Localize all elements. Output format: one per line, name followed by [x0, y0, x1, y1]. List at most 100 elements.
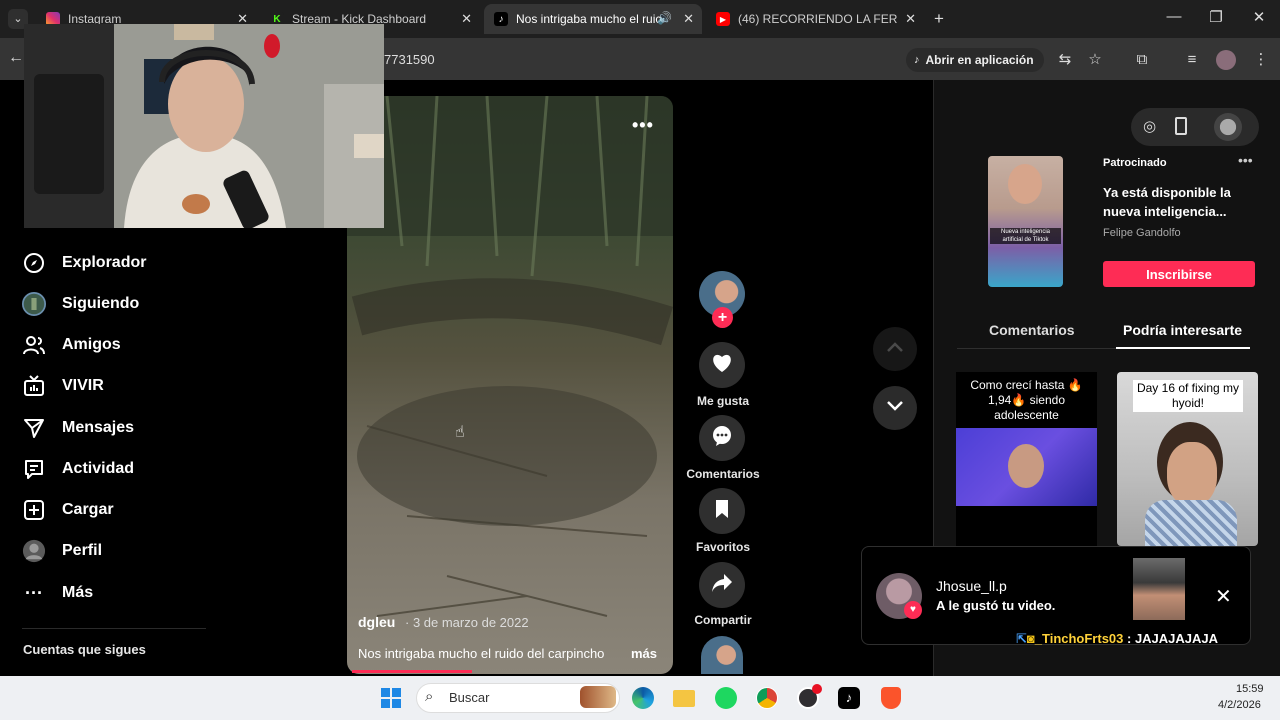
sidebar-item-explorador[interactable]: Explorador	[22, 248, 146, 278]
url-text[interactable]: 7731590	[384, 52, 435, 67]
stream-chat-message: ⇱◙_TinchoFrts03 : JAJAJAJAJA	[1016, 631, 1218, 647]
tab-youtube[interactable]: ▶ (46) RECORRIENDO LA FERIA M ✕	[706, 4, 924, 34]
taskbar-search-label: Buscar	[449, 690, 490, 705]
chevron-down-icon	[886, 399, 904, 417]
sidebar-item-label: Actividad	[62, 460, 135, 477]
sidebar-item-label: Explorador	[62, 254, 147, 271]
divider	[22, 628, 206, 629]
comment-icon	[711, 425, 733, 452]
windows-start-icon[interactable]	[377, 684, 405, 712]
notification-thumbnail	[1133, 558, 1185, 620]
clock-date[interactable]: 4/2/2026	[1218, 699, 1261, 711]
follow-plus-icon[interactable]: +	[712, 307, 733, 328]
explore-compass-icon[interactable]: ◎	[1143, 117, 1156, 135]
file-explorer-icon[interactable]	[670, 684, 698, 712]
sidebar-item-label: Perfil	[62, 542, 103, 559]
chat-message: : JAJAJAJAJA	[1123, 631, 1219, 646]
chrome-icon[interactable]	[753, 684, 781, 712]
previous-video-button[interactable]	[873, 327, 917, 371]
chevron-up-icon	[886, 340, 904, 358]
extensions-icon[interactable]: ⧉	[1131, 49, 1153, 71]
comments-button[interactable]	[699, 415, 745, 461]
sidebar-item-mas[interactable]: ··· Más	[22, 578, 93, 608]
heart-badge-icon: ♥	[904, 601, 922, 619]
close-icon[interactable]: ✕	[461, 11, 472, 27]
tiktok-app-icon[interactable]: ♪	[835, 684, 863, 712]
open-in-app-button[interactable]: ♪ Abrir en aplicación	[906, 48, 1044, 72]
profile-avatar-icon[interactable]	[1216, 50, 1236, 70]
restore-icon[interactable]: ❐	[1201, 8, 1231, 26]
sidebar-item-label: Más	[62, 584, 94, 601]
recommended-video-caption: Day 16 of fixing my hyoid!	[1133, 380, 1243, 412]
send-icon	[22, 416, 46, 440]
sidebar-item-vivir[interactable]: VIVIR	[22, 371, 104, 401]
video-date: · 3 de marzo de 2022	[405, 615, 529, 630]
webcam-feed	[24, 24, 384, 228]
minimize-icon[interactable]: —	[1159, 8, 1189, 25]
tab-podria-interesarte[interactable]: Podría interesarte	[1123, 322, 1242, 338]
video-options-icon[interactable]: •••	[632, 115, 654, 136]
translate-icon[interactable]: ⇆	[1054, 49, 1076, 71]
following-accounts-header: Cuentas que sigues	[23, 642, 146, 657]
music-disc-avatar[interactable]	[701, 636, 743, 674]
sidebar-item-mensajes[interactable]: Mensajes	[22, 413, 134, 443]
spotify-icon[interactable]	[712, 684, 740, 712]
live-tv-icon	[22, 374, 46, 398]
favorites-button[interactable]	[699, 488, 745, 534]
close-icon[interactable]: ✕	[1215, 584, 1232, 609]
speaker-icon[interactable]: 🔊	[657, 11, 672, 25]
star-bookmark-icon[interactable]: ☆	[1084, 49, 1106, 71]
video-player[interactable]	[347, 96, 673, 674]
new-tab-plus-icon[interactable]: +	[934, 9, 944, 29]
phone-icon[interactable]	[1175, 117, 1187, 135]
ad-thumbnail-caption: Nueva inteligencia artificial de Tiktok	[990, 228, 1061, 244]
ad-options-icon[interactable]: •••	[1238, 152, 1253, 168]
search-highlight-icon	[580, 686, 616, 708]
video-author[interactable]: dgleu	[358, 614, 395, 630]
notification-dot-icon	[812, 684, 822, 694]
close-icon[interactable]: ✕	[683, 11, 694, 27]
sidebar-item-actividad[interactable]: Actividad	[22, 454, 134, 484]
account-avatar[interactable]	[1214, 113, 1242, 141]
open-in-app-label: Abrir en aplicación	[925, 53, 1034, 67]
ad-author[interactable]: Felipe Gandolfo	[1103, 227, 1181, 239]
tab-tiktok-active[interactable]: ♪ Nos intrigaba mucho el ruic 🔊 ✕	[484, 4, 702, 34]
sidebar-item-amigos[interactable]: Amigos	[22, 330, 121, 360]
menu-kebab-icon[interactable]: ⋮	[1250, 49, 1272, 71]
sidebar-item-siguiendo[interactable]: Siguiendo	[22, 289, 139, 319]
cursor-icon: ☝	[455, 424, 465, 441]
compass-icon	[22, 251, 46, 275]
tab-comentarios[interactable]: Comentarios	[989, 322, 1075, 338]
video-progress-bar[interactable]	[352, 670, 472, 673]
next-video-button[interactable]	[873, 386, 917, 430]
clock-time[interactable]: 15:59	[1236, 683, 1264, 695]
media-control-icon[interactable]: ≡	[1181, 49, 1203, 71]
chat-badge-icon: ⇱	[1016, 631, 1027, 646]
sidebar-item-perfil[interactable]: Perfil	[22, 536, 102, 566]
ad-thumbnail[interactable]: Nueva inteligencia artificial de Tiktok	[988, 156, 1063, 287]
window-close-icon[interactable]: ✕	[1244, 8, 1274, 26]
video-more-link[interactable]: más	[631, 646, 657, 661]
active-tab-indicator	[1116, 347, 1250, 349]
favorites-label: Favoritos	[695, 540, 750, 554]
sidebar-item-label: Amigos	[62, 336, 121, 353]
webcam-overlay	[24, 24, 384, 228]
ad-title[interactable]: Ya está disponible la nueva inteligencia…	[1103, 183, 1243, 221]
edge-icon[interactable]	[629, 684, 657, 712]
recommended-video-card[interactable]: Como crecí hasta 🔥1,94🔥 siendo adolescen…	[956, 372, 1097, 546]
share-label: Compartir	[694, 613, 752, 627]
more-dots-icon: ···	[25, 582, 43, 603]
brave-icon[interactable]	[877, 684, 905, 712]
sidebar-item-cargar[interactable]: Cargar	[22, 495, 114, 525]
like-label: Me gusta	[696, 394, 749, 408]
youtube-icon: ▶	[716, 12, 730, 26]
share-button[interactable]	[699, 562, 745, 608]
back-arrow-icon[interactable]: ←	[8, 49, 24, 67]
ad-sponsored-label: Patrocinado	[1103, 157, 1167, 169]
recommended-video-card[interactable]: Day 16 of fixing my hyoid!	[1117, 372, 1258, 546]
like-button[interactable]	[699, 342, 745, 388]
video-frame	[347, 96, 673, 674]
subscribe-button[interactable]: Inscribirse	[1103, 261, 1255, 287]
close-icon[interactable]: ✕	[905, 11, 916, 27]
comments-label: Comentarios	[686, 467, 760, 481]
